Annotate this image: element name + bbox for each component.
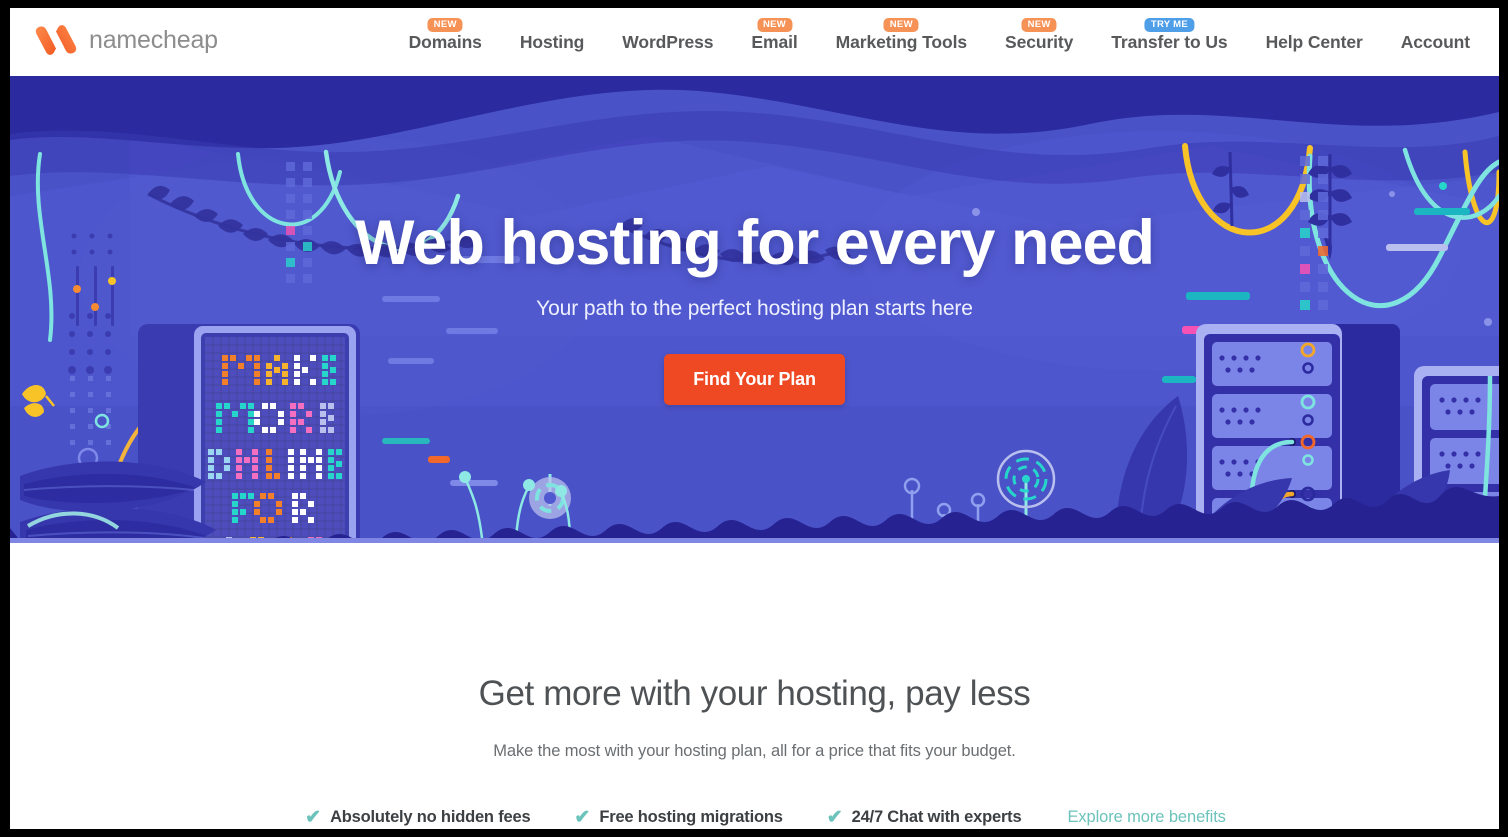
nav-label: Hosting: [519, 31, 585, 52]
hero-content: Web hosting for every need Your path to …: [10, 76, 1499, 543]
nav-label: Security: [1005, 31, 1074, 52]
section-subtitle: Make the most with your hosting plan, al…: [493, 742, 1016, 760]
hero-subtitle: Your path to the perfect hosting plan st…: [536, 297, 973, 320]
badge-new: NEW: [756, 18, 793, 32]
benefits-section: Get more with your hosting, pay less Mak…: [10, 543, 1499, 827]
top-navigation-bar: namecheap NEW Domains Hosting WordPress …: [10, 8, 1499, 76]
badge-try-me: TRY ME: [1144, 18, 1195, 32]
benefits-list: ✔ Absolutely no hidden fees ✔ Free hosti…: [10, 808, 1499, 827]
find-your-plan-button[interactable]: Find Your Plan: [664, 354, 845, 405]
check-icon: ✔: [826, 807, 843, 828]
nav-item-hosting[interactable]: Hosting: [501, 8, 603, 76]
nav-menu: NEW Domains Hosting WordPress NEW Email …: [406, 8, 1489, 76]
nav-item-transfer-to-us[interactable]: TRY ME Transfer to Us: [1092, 8, 1246, 76]
nav-item-domains[interactable]: NEW Domains: [390, 8, 501, 76]
nav-item-wordpress[interactable]: WordPress: [603, 8, 732, 76]
nav-item-help-center[interactable]: Help Center: [1247, 8, 1382, 76]
nav-label: Domains: [408, 31, 482, 52]
explore-more-benefits-link[interactable]: Explore more benefits: [1043, 808, 1226, 827]
badge-new: NEW: [883, 18, 919, 32]
check-icon: ✔: [305, 807, 322, 828]
nav-item-account[interactable]: Account: [1382, 8, 1489, 76]
badge-new: NEW: [1021, 18, 1057, 32]
hero-title: Web hosting for every need: [355, 208, 1155, 278]
nav-label: Help Center: [1265, 31, 1363, 52]
nav-item-email[interactable]: NEW Email: [732, 8, 816, 76]
screenshot-frame: namecheap NEW Domains Hosting WordPress …: [0, 0, 1508, 837]
hero-banner: Web hosting for every need Your path to …: [10, 76, 1499, 543]
benefit-item: ✔ 24/7 Chat with experts: [805, 808, 1044, 827]
badge-new: NEW: [427, 18, 463, 32]
benefit-item: ✔ Free hosting migrations: [552, 808, 804, 827]
section-title: Get more with your hosting, pay less: [478, 674, 1031, 713]
nav-label: Transfer to Us: [1111, 31, 1228, 52]
nav-label: Marketing Tools: [835, 31, 968, 52]
logo-wordmark: namecheap: [89, 25, 218, 54]
benefit-label: Free hosting migrations: [599, 808, 783, 826]
benefit-label: Absolutely no hidden fees: [330, 808, 531, 826]
benefit-label: 24/7 Chat with experts: [851, 808, 1022, 826]
nav-label: Email: [751, 31, 798, 52]
nav-item-security[interactable]: NEW Security: [986, 8, 1092, 76]
nav-label: WordPress: [622, 31, 714, 52]
namecheap-logo[interactable]: namecheap: [32, 20, 218, 60]
nav-label: Account: [1400, 31, 1470, 52]
page-viewport: namecheap NEW Domains Hosting WordPress …: [10, 8, 1499, 829]
namecheap-n-logo-icon: [35, 25, 77, 55]
benefit-item: ✔ Absolutely no hidden fees: [283, 808, 552, 827]
check-icon: ✔: [574, 807, 591, 828]
nav-item-marketing-tools[interactable]: NEW Marketing Tools: [817, 8, 986, 76]
